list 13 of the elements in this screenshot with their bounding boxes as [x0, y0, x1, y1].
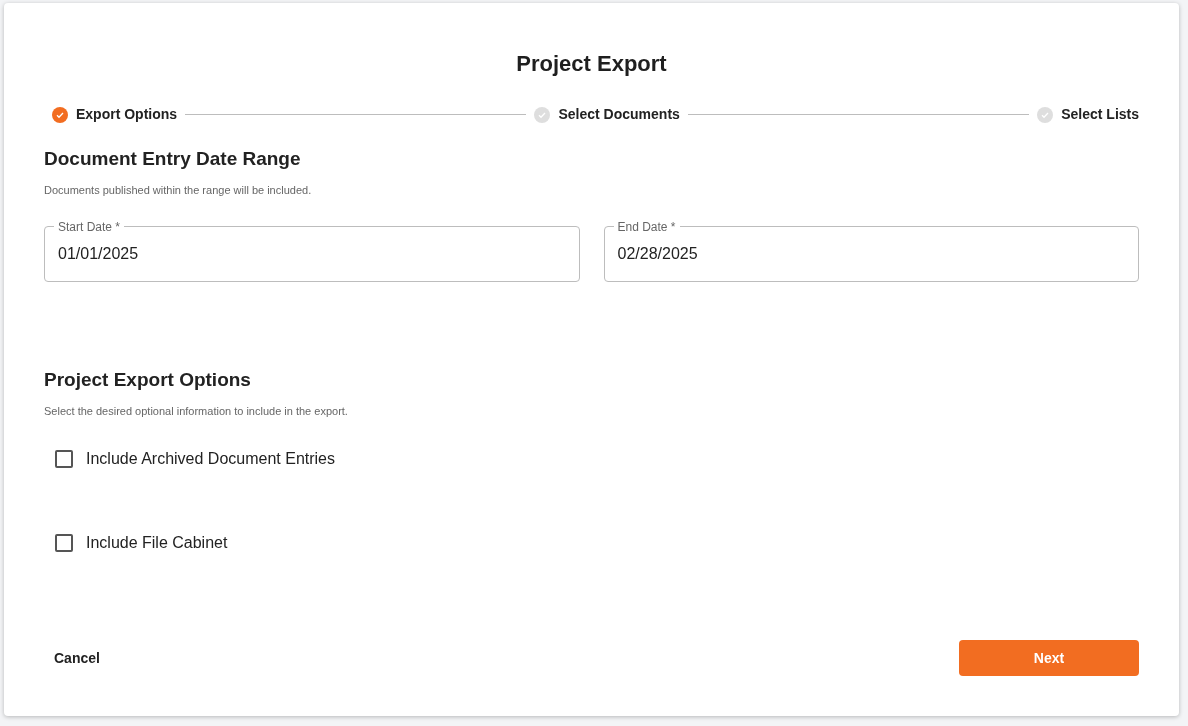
- step-label: Select Lists: [1061, 105, 1139, 124]
- section-heading: Project Export Options: [44, 368, 252, 392]
- checkbox[interactable]: [55, 450, 73, 468]
- dialog-title: Project Export: [515, 50, 668, 78]
- step-label: Select Documents: [558, 105, 680, 124]
- checkbox[interactable]: [55, 534, 73, 552]
- section-heading: Document Entry Date Range: [44, 147, 302, 171]
- step-label: Export Options: [76, 105, 178, 124]
- checkbox-label: Include File Cabinet: [86, 533, 228, 553]
- checkbox-label: Include Archived Document Entries: [86, 449, 335, 469]
- section-description: Select the desired optional information to include in the export.: [44, 403, 349, 419]
- section-description: Documents published within the range will be included.: [44, 182, 313, 198]
- cancel-button[interactable]: Cancel: [44, 640, 110, 676]
